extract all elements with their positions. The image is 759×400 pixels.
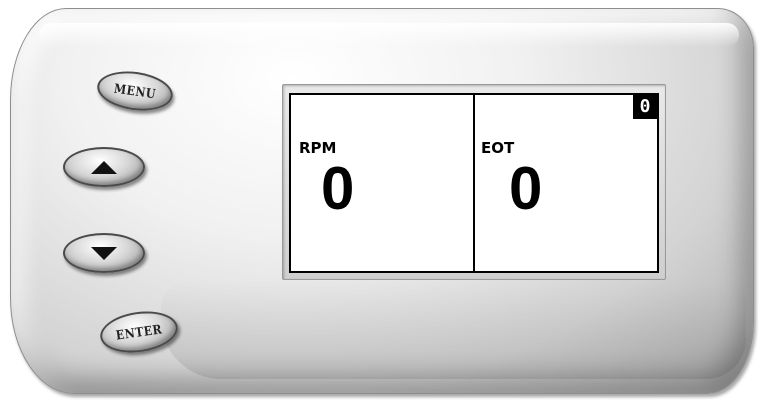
up-button[interactable] <box>63 147 145 187</box>
menu-button[interactable]: MENU <box>94 66 176 116</box>
screen-bezel: RPM 0 EOT 0 0 <box>282 84 666 280</box>
page-indicator-badge: 0 <box>633 95 657 119</box>
housing-highlight <box>39 23 739 47</box>
eot-gauge: EOT 0 0 <box>475 95 657 271</box>
down-button[interactable] <box>63 233 145 273</box>
rpm-gauge: RPM 0 <box>291 95 473 271</box>
eot-value: 0 <box>509 155 543 222</box>
housing-shade <box>161 279 746 379</box>
triangle-down-icon <box>91 246 117 260</box>
triangle-up-icon <box>91 160 117 174</box>
enter-button-label: ENTER <box>114 321 164 343</box>
lcd-display: RPM 0 EOT 0 0 <box>289 93 659 273</box>
menu-button-label: MENU <box>113 80 157 102</box>
rpm-value: 0 <box>321 155 355 222</box>
